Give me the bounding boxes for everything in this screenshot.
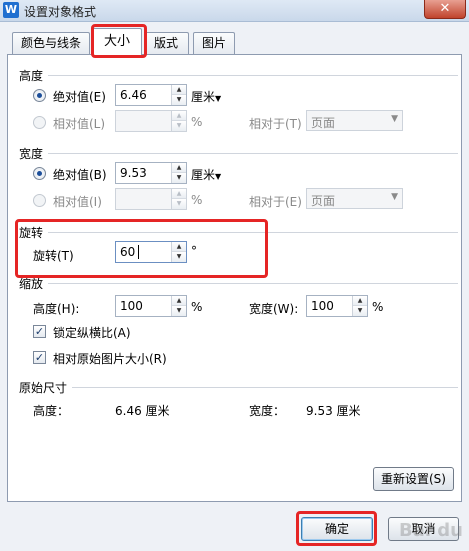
width-section-title: 宽度	[19, 147, 44, 161]
original-height-value: 6.46 厘米	[115, 404, 170, 418]
width-absolute-stepper[interactable]: 9.53 ▲ ▼	[115, 162, 187, 184]
height-unit-label: 厘米	[191, 90, 216, 104]
width-absolute-radio[interactable]	[33, 167, 46, 180]
caret-down-icon: ▼	[215, 172, 222, 181]
chevron-down-icon: ▼	[391, 114, 398, 124]
scale-height-stepper[interactable]: 100 ▲ ▼	[115, 295, 187, 317]
divider	[72, 387, 458, 388]
stepper-up-icon[interactable]: ▲	[172, 111, 186, 121]
height-relative-unit: %	[191, 115, 203, 129]
height-relative-to-label: 相对于(T)	[249, 117, 302, 131]
stepper-down-icon[interactable]: ▼	[353, 306, 367, 316]
height-unit-dropdown[interactable]: 厘米▼	[191, 88, 221, 105]
stepper-arrows: ▲ ▼	[171, 189, 186, 209]
original-height-label: 高度：	[33, 404, 70, 418]
stepper-down-icon[interactable]: ▼	[172, 95, 186, 105]
title-bar: W 设置对象格式 ✕	[0, 0, 469, 22]
highlight-size-tab	[91, 24, 147, 58]
height-absolute-label: 绝对值(E)	[53, 90, 106, 104]
divider	[48, 283, 458, 284]
height-absolute-value: 6.46	[120, 88, 147, 102]
height-section-title: 高度	[19, 69, 44, 83]
height-relative-label: 相对值(L)	[53, 117, 106, 131]
scale-height-label: 高度(H):	[33, 302, 80, 316]
reset-button[interactable]: 重新设置(S)	[373, 467, 454, 491]
scale-width-unit: %	[372, 300, 384, 314]
chevron-down-icon: ▼	[391, 192, 398, 202]
size-panel: 高度 绝对值(E) 6.46 ▲ ▼ 厘米▼ 相对值(L) ▲ ▼ % 相对于(T)…	[7, 54, 462, 502]
stepper-arrows: ▲ ▼	[171, 296, 186, 316]
stepper-down-icon[interactable]: ▼	[172, 306, 186, 316]
caret-down-icon: ▼	[215, 94, 222, 103]
height-relative-radio[interactable]	[33, 116, 46, 129]
stepper-up-icon[interactable]: ▲	[353, 296, 367, 306]
relative-original-checkbox[interactable]: ✓	[33, 351, 46, 364]
width-relative-radio[interactable]	[33, 194, 46, 207]
original-width-label: 宽度：	[249, 404, 286, 418]
stepper-down-icon[interactable]: ▼	[172, 173, 186, 183]
stepper-arrows: ▲ ▼	[171, 111, 186, 131]
width-relative-to-value: 页面	[311, 194, 336, 208]
stepper-up-icon[interactable]: ▲	[172, 189, 186, 199]
highlight-ok-button	[296, 511, 377, 546]
wps-writer-icon: W	[3, 2, 19, 18]
dialog-title: 设置对象格式	[24, 5, 97, 19]
original-size-section-title: 原始尺寸	[19, 381, 68, 395]
divider	[48, 75, 458, 76]
watermark: Bai du	[398, 520, 463, 541]
height-relative-stepper[interactable]: ▲ ▼	[115, 110, 187, 132]
stepper-up-icon[interactable]: ▲	[172, 85, 186, 95]
stepper-down-icon[interactable]: ▼	[172, 121, 186, 131]
width-absolute-label: 绝对值(B)	[53, 168, 107, 182]
scale-height-value: 100	[120, 299, 143, 313]
close-icon: ✕	[439, 1, 451, 16]
tab-picture[interactable]: 图片	[193, 32, 235, 54]
checkmark-icon: ✓	[34, 351, 45, 364]
stepper-up-icon[interactable]: ▲	[172, 163, 186, 173]
scale-width-label: 宽度(W):	[249, 302, 299, 316]
height-relative-to-select[interactable]: 页面 ▼	[306, 110, 403, 131]
height-absolute-radio[interactable]	[33, 89, 46, 102]
width-unit-label: 厘米	[191, 168, 216, 182]
stepper-arrows: ▲ ▼	[171, 85, 186, 105]
tab-layout[interactable]: 版式	[145, 32, 189, 54]
height-relative-to-value: 页面	[311, 116, 336, 130]
width-relative-label: 相对值(I)	[53, 195, 102, 209]
width-absolute-value: 9.53	[120, 166, 147, 180]
stepper-arrows: ▲ ▼	[171, 163, 186, 183]
width-unit-dropdown[interactable]: 厘米▼	[191, 166, 221, 183]
stepper-up-icon[interactable]: ▲	[172, 296, 186, 306]
format-object-dialog: W 设置对象格式 ✕ 颜色与线条 大小 版式 图片 高度 绝对值(E) 6.46…	[0, 0, 469, 551]
close-button[interactable]: ✕	[424, 0, 466, 19]
width-relative-to-label: 相对于(E)	[249, 195, 302, 209]
lock-aspect-label: 锁定纵横比(A)	[53, 326, 131, 340]
checkmark-icon: ✓	[34, 325, 45, 338]
divider	[48, 153, 458, 154]
scale-width-stepper[interactable]: 100 ▲ ▼	[306, 295, 368, 317]
tab-colors-and-lines[interactable]: 颜色与线条	[12, 32, 90, 54]
stepper-down-icon[interactable]: ▼	[172, 199, 186, 209]
original-width-value: 9.53 厘米	[306, 404, 361, 418]
stepper-arrows: ▲ ▼	[352, 296, 367, 316]
scale-height-unit: %	[191, 300, 203, 314]
scale-width-value: 100	[311, 299, 334, 313]
highlight-rotation-section	[15, 219, 268, 278]
width-relative-stepper[interactable]: ▲ ▼	[115, 188, 187, 210]
height-absolute-stepper[interactable]: 6.46 ▲ ▼	[115, 84, 187, 106]
width-relative-to-select[interactable]: 页面 ▼	[306, 188, 403, 209]
relative-original-label: 相对原始图片大小(R)	[53, 352, 167, 366]
width-relative-unit: %	[191, 193, 203, 207]
tab-strip: 颜色与线条 大小 版式 图片	[0, 28, 469, 55]
lock-aspect-checkbox[interactable]: ✓	[33, 325, 46, 338]
